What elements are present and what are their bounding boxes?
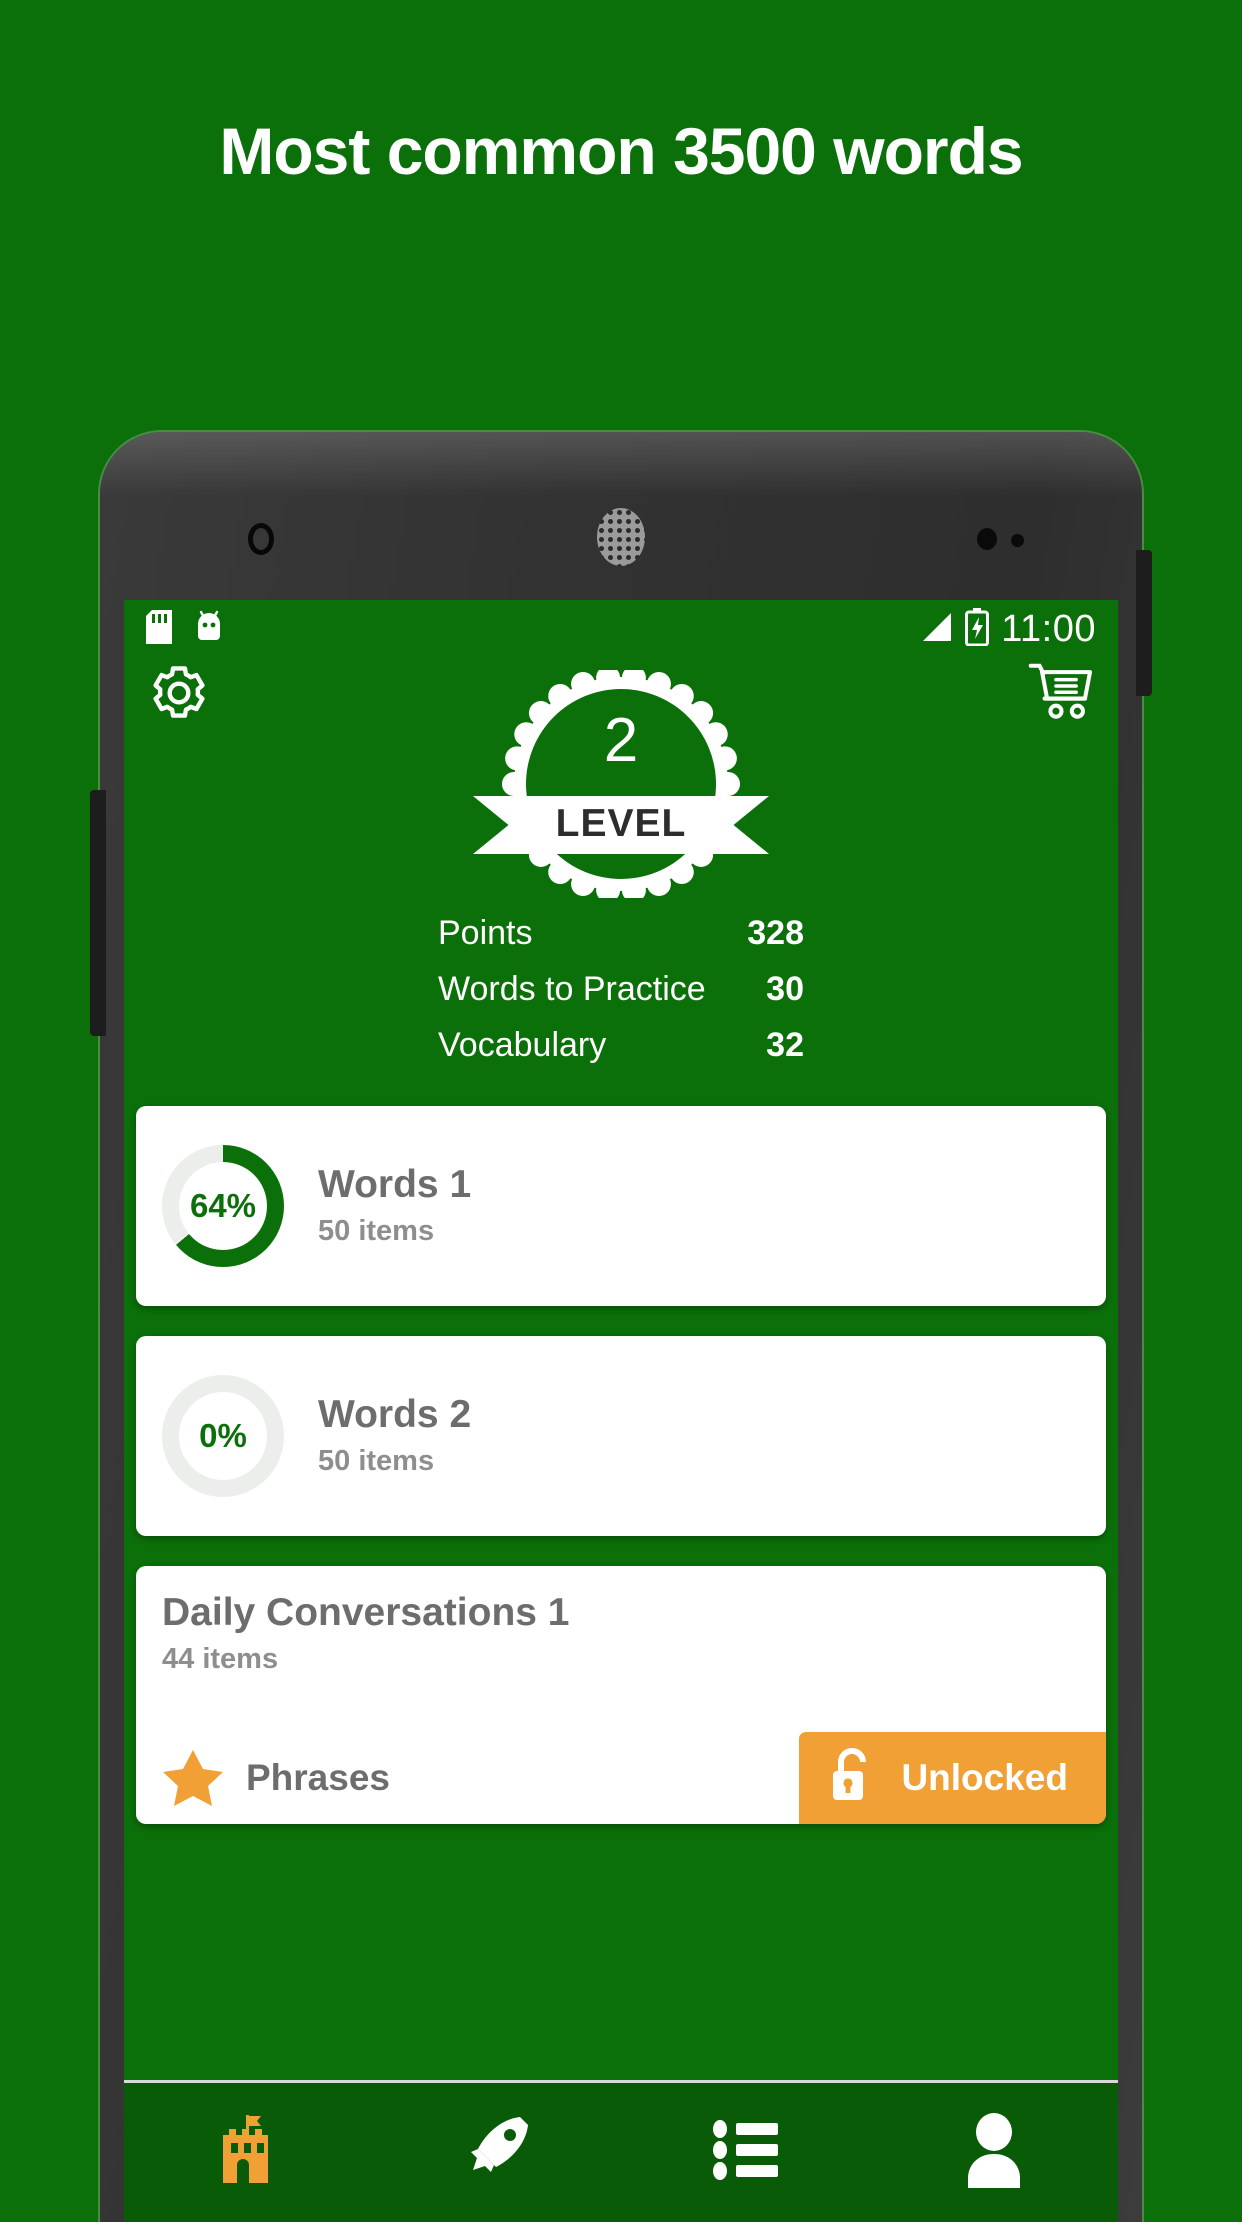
nav-item-profile[interactable] bbox=[870, 2112, 1119, 2193]
progress-ring: 0% bbox=[162, 1375, 284, 1497]
card-tag-label: Phrases bbox=[246, 1756, 390, 1798]
level-label: LEVEL bbox=[555, 802, 687, 845]
nav-item-rocket[interactable] bbox=[373, 2113, 622, 2192]
phone-mockup: 11:00 2 LEVEL Points 328 Words to Practi… bbox=[90, 432, 1152, 2222]
stat-value: 30 bbox=[766, 970, 804, 1008]
nav-item-castle[interactable] bbox=[124, 2113, 373, 2192]
progress-percent: 0% bbox=[199, 1417, 247, 1454]
phone-body: 11:00 2 LEVEL Points 328 Words to Practi… bbox=[100, 432, 1142, 2222]
sd-card-icon bbox=[146, 609, 172, 649]
card-subtitle: 50 items bbox=[318, 1444, 435, 1477]
person-icon bbox=[963, 2112, 1025, 2193]
stat-row: Words to Practice 30 bbox=[438, 970, 804, 1009]
android-icon bbox=[194, 610, 224, 649]
open-padlock-icon bbox=[829, 1747, 875, 1808]
status-bar: 11:00 bbox=[124, 600, 1118, 658]
unlock-label: Unlocked bbox=[901, 1756, 1068, 1798]
volume-button[interactable] bbox=[90, 790, 106, 1036]
unlock-button[interactable]: Unlocked bbox=[799, 1731, 1106, 1824]
stats-list: Points 328 Words to Practice 30 Vocabula… bbox=[438, 914, 804, 1065]
rocket-icon bbox=[462, 2113, 532, 2192]
star-icon bbox=[162, 1748, 224, 1808]
signal-icon bbox=[919, 611, 953, 648]
page-title: Most common 3500 words bbox=[219, 114, 1023, 188]
proximity-sensor-icon bbox=[977, 528, 997, 550]
status-bar-clock: 11:00 bbox=[1001, 607, 1096, 650]
lesson-card-words-1[interactable]: 64% Words 1 50 items bbox=[136, 1106, 1106, 1306]
phone-screen: 11:00 2 LEVEL Points 328 Words to Practi… bbox=[124, 600, 1118, 2222]
card-subtitle: 50 items bbox=[318, 1214, 435, 1247]
card-subtitle: 44 items bbox=[162, 1642, 279, 1675]
stat-label: Points bbox=[438, 914, 533, 952]
stat-value: 32 bbox=[766, 1026, 804, 1064]
shopping-cart-icon[interactable] bbox=[1028, 662, 1094, 725]
battery-charging-icon bbox=[965, 607, 990, 651]
progress-ring: 64% bbox=[162, 1145, 284, 1267]
earpiece-speaker-icon bbox=[597, 508, 645, 566]
lesson-card-words-2[interactable]: 0% Words 2 50 items bbox=[136, 1336, 1106, 1536]
card-title: Words 1 bbox=[318, 1163, 472, 1207]
stat-row: Vocabulary 32 bbox=[438, 1026, 804, 1065]
stat-value: 328 bbox=[747, 914, 804, 952]
lesson-card-list: 64% Words 1 50 items 0% Words 2 50 items… bbox=[124, 1082, 1118, 1824]
nav-item-list[interactable] bbox=[621, 2120, 870, 2185]
level-number: 2 bbox=[603, 706, 639, 775]
stat-label: Words to Practice bbox=[438, 970, 706, 1008]
level-badge: 2 LEVEL bbox=[473, 670, 769, 898]
card-title: Words 2 bbox=[318, 1393, 472, 1437]
progress-percent: 64% bbox=[189, 1187, 257, 1224]
stat-row: Points 328 bbox=[438, 914, 804, 953]
card-title: Daily Conversations 1 bbox=[162, 1591, 570, 1634]
stat-label: Vocabulary bbox=[438, 1026, 607, 1064]
light-sensor-icon bbox=[1011, 534, 1024, 547]
power-button[interactable] bbox=[1136, 550, 1152, 696]
bottom-navigation bbox=[124, 2080, 1118, 2222]
castle-icon bbox=[213, 2113, 283, 2192]
gear-icon[interactable] bbox=[148, 662, 210, 729]
front-camera-icon bbox=[248, 523, 274, 555]
lesson-card-daily-conversations-1[interactable]: Daily Conversations 1 44 items Phrases U… bbox=[136, 1566, 1106, 1824]
list-icon bbox=[710, 2120, 780, 2185]
